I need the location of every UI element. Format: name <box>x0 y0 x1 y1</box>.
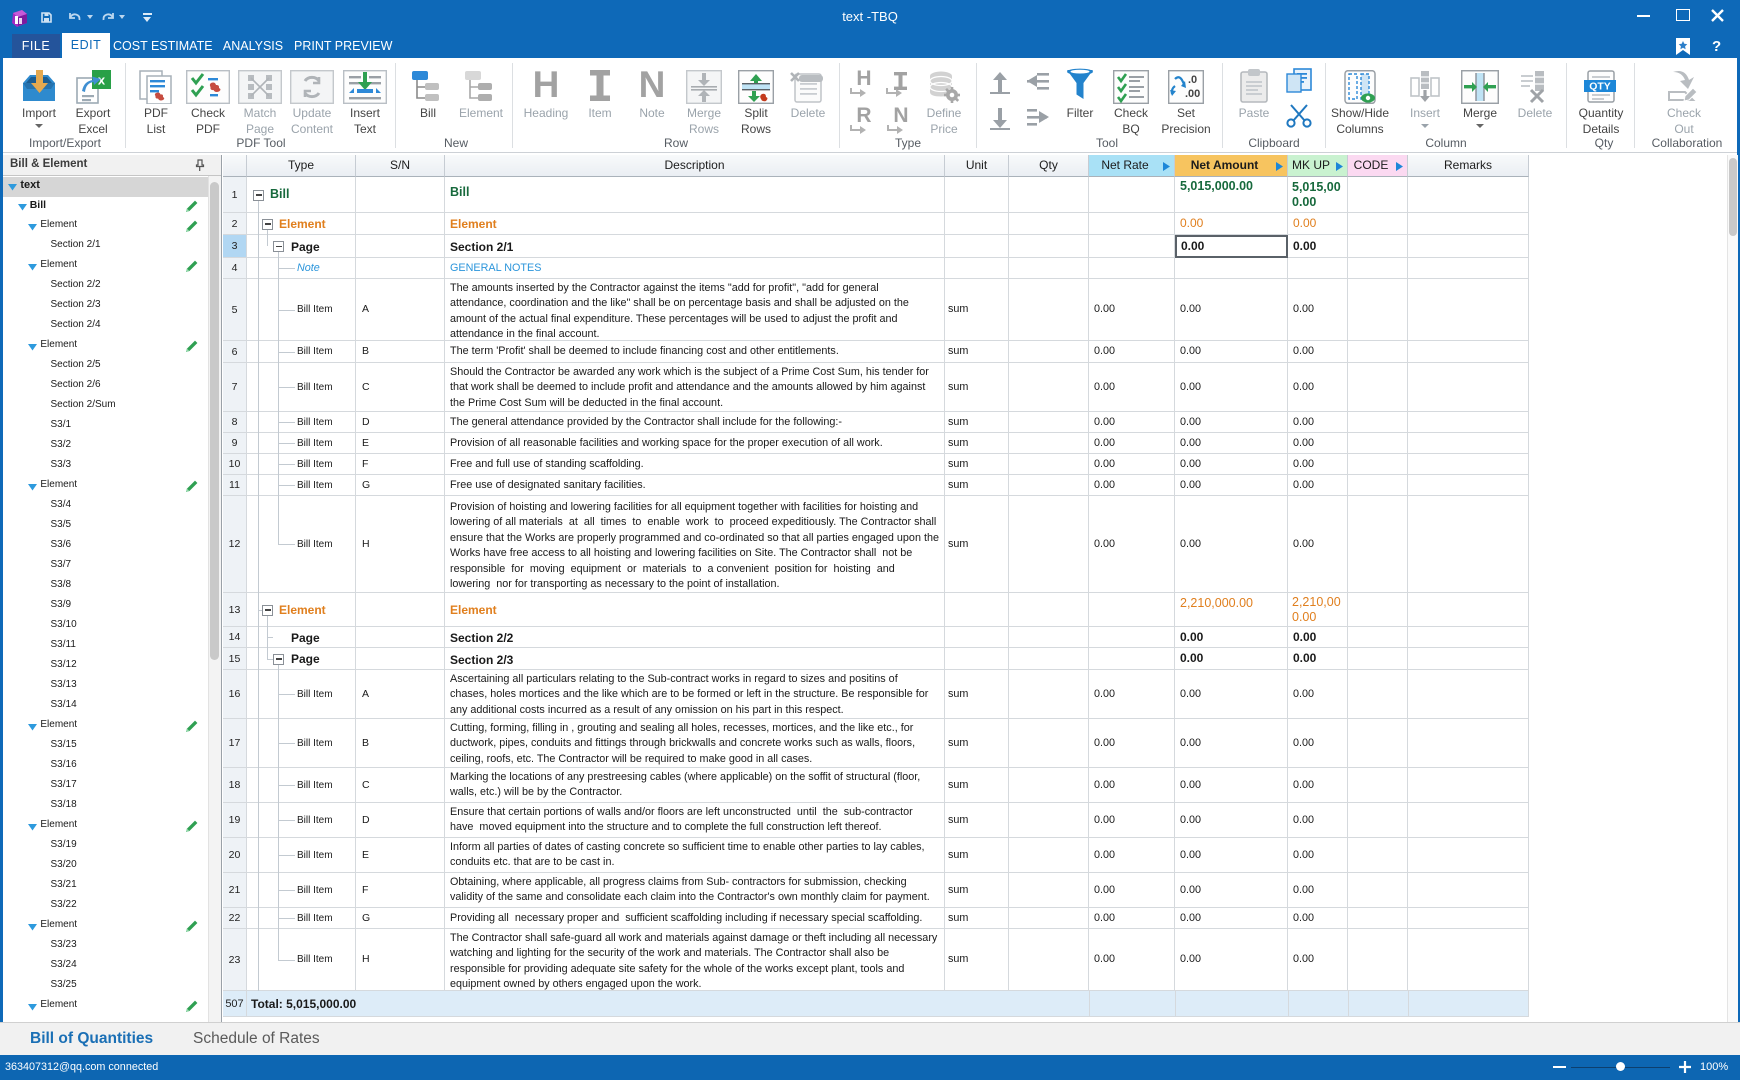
svg-text:.00: .00 <box>1185 88 1200 100</box>
svg-text:QTY: QTY <box>1589 81 1611 93</box>
svg-text:.0: .0 <box>1188 74 1197 86</box>
